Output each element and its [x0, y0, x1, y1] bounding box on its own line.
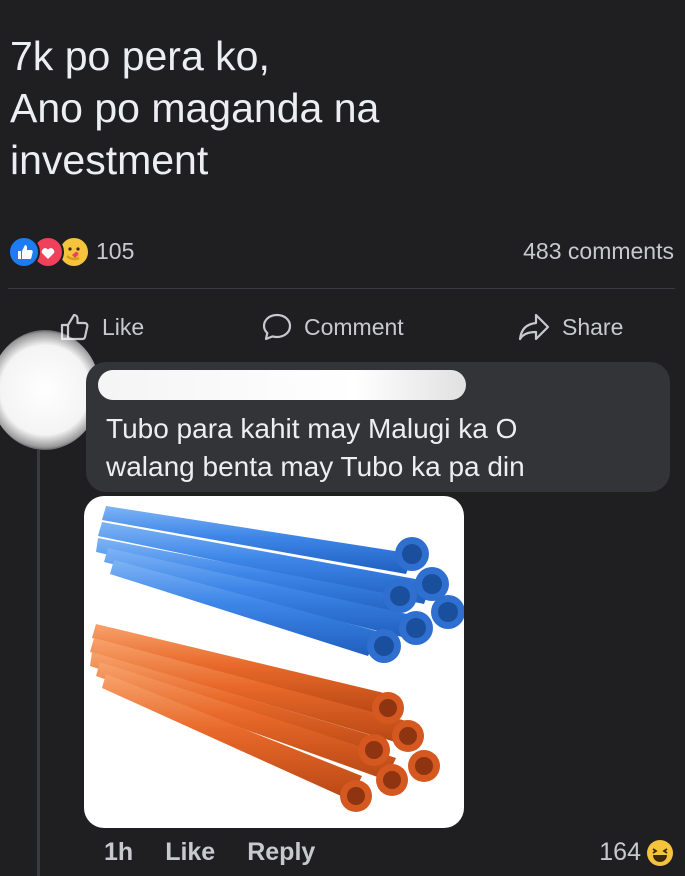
like-label: Like: [102, 313, 145, 340]
post-text: 7k po pera ko, Ano po maganda na investm…: [10, 33, 380, 183]
like-icon: [8, 236, 40, 268]
comment-button[interactable]: Comment: [260, 306, 404, 348]
comment-reaction-count: 164: [599, 838, 641, 866]
comment-reply-button[interactable]: Reply: [247, 838, 315, 874]
comment-time[interactable]: 1h: [104, 838, 133, 874]
share-label: Share: [562, 313, 624, 340]
speech-bubble-icon: [262, 313, 292, 341]
divider: [8, 288, 675, 289]
comment-bubble: Tubo para kahit may Malugi ka O walang b…: [86, 362, 670, 492]
comment-meta: 1h Like Reply: [104, 838, 315, 874]
post-actions: Like Comment Share: [0, 306, 685, 348]
share-arrow-icon: [518, 313, 550, 341]
reaction-count: 105: [96, 238, 135, 264]
reaction-icons: [8, 236, 92, 268]
share-button[interactable]: Share: [516, 306, 623, 348]
avatar[interactable]: [0, 330, 100, 450]
thread-line: [37, 450, 40, 876]
commenter-name-redacted[interactable]: [98, 370, 466, 400]
comments-count-link[interactable]: 483 comments: [523, 238, 674, 265]
comment-image-pipes[interactable]: [84, 496, 464, 828]
comment-like-button[interactable]: Like: [165, 838, 215, 874]
reactions-summary[interactable]: 105 483 comments: [8, 234, 674, 270]
comment-reactions[interactable]: 164: [599, 838, 673, 867]
haha-icon: [647, 839, 673, 866]
comment-text: Tubo para kahit may Malugi ka O walang b…: [106, 413, 525, 482]
comment-label: Comment: [304, 313, 404, 340]
